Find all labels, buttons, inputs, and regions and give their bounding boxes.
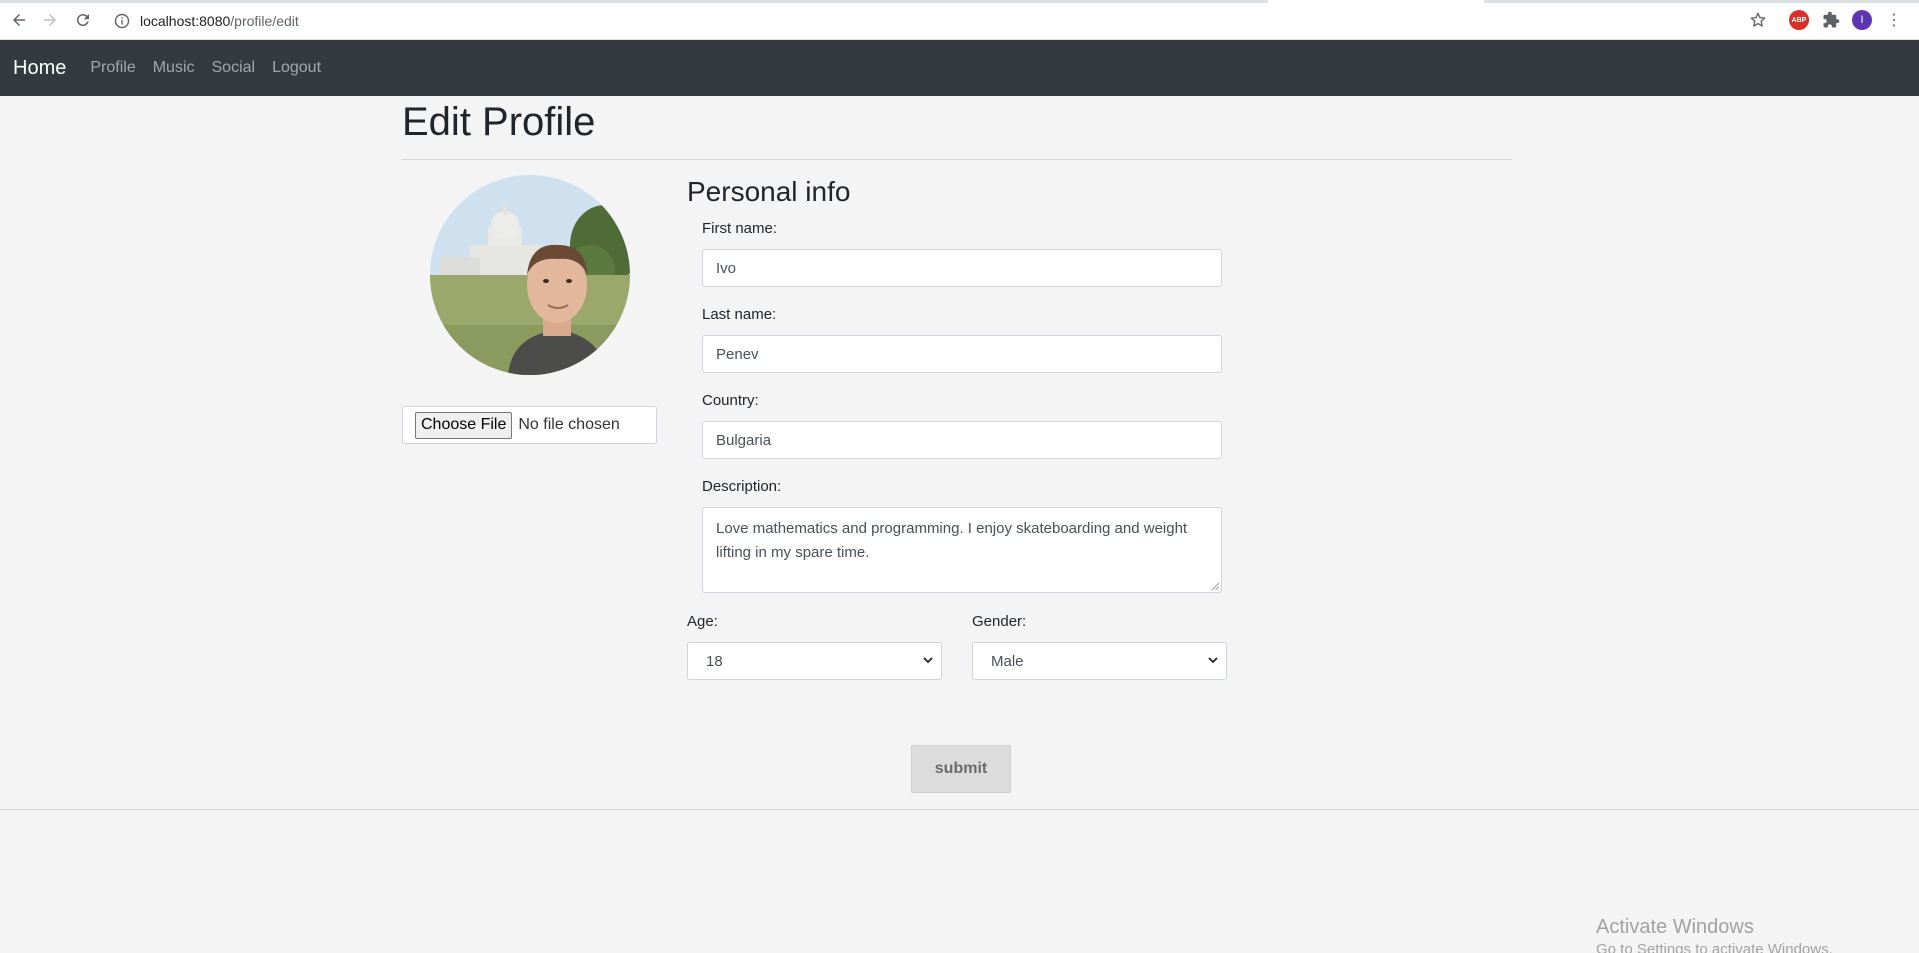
last-name-label: Last name: — [702, 306, 777, 323]
file-status-text: No file chosen — [518, 416, 620, 433]
age-selected-value: 18 — [706, 652, 723, 670]
active-tab[interactable] — [1268, 0, 1484, 3]
choose-file-button[interactable]: Choose File — [415, 411, 513, 439]
chevron-down-icon — [923, 657, 933, 664]
address-bar[interactable]: localhost:8080/profile/edit — [108, 7, 1774, 35]
nav-profile-link[interactable]: Profile — [90, 59, 135, 77]
nav-social-link[interactable]: Social — [212, 59, 256, 77]
windows-activation-watermark: Activate Windows Go to Settings to activ… — [1596, 915, 1833, 953]
country-label: Country: — [702, 392, 759, 409]
url-text: localhost:8080/profile/edit — [140, 13, 299, 29]
profile-avatar[interactable]: I — [1852, 10, 1872, 30]
resize-handle-icon[interactable] — [1211, 582, 1219, 590]
back-arrow-icon[interactable] — [8, 9, 30, 31]
first-name-input[interactable]: Ivo — [702, 249, 1222, 287]
navbar: Home Profile Music Social Logout — [0, 40, 1919, 96]
chevron-down-icon — [1208, 657, 1218, 664]
description-label: Description: — [702, 478, 782, 495]
nav-music-link[interactable]: Music — [153, 59, 195, 77]
last-name-input[interactable]: Penev — [702, 335, 1222, 373]
forward-arrow-icon[interactable] — [39, 9, 61, 31]
browser-toolbar: localhost:8080/profile/edit ABP I ⋮ — [0, 0, 1919, 40]
first-name-label: First name: — [702, 220, 778, 237]
footer-divider — [0, 809, 1919, 810]
profile-picture — [430, 175, 630, 375]
gender-select[interactable]: Male — [972, 642, 1227, 680]
section-title: Personal info — [687, 176, 851, 207]
reload-icon[interactable] — [72, 9, 94, 31]
nav-home-link[interactable]: Home — [13, 57, 66, 80]
age-select[interactable]: 18 — [687, 642, 942, 680]
extensions-puzzle-icon[interactable] — [1821, 10, 1841, 30]
age-label: Age: — [687, 613, 718, 630]
submit-button[interactable]: submit — [911, 745, 1011, 793]
country-input[interactable]: Bulgaria — [702, 421, 1222, 459]
bookmark-star-icon[interactable] — [1749, 11, 1767, 29]
nav-logout-link[interactable]: Logout — [272, 59, 321, 77]
more-menu-icon[interactable]: ⋮ — [1884, 10, 1904, 30]
title-divider — [402, 159, 1512, 160]
gender-selected-value: Male — [991, 652, 1024, 670]
watermark-line-1: Activate Windows — [1596, 916, 1754, 938]
description-textarea[interactable]: Love mathematics and programming. I enjo… — [702, 507, 1222, 593]
tab-strip — [0, 0, 1919, 3]
profile-picture-upload: Choose File No file chosen — [402, 406, 657, 444]
page-title: Edit Profile — [402, 100, 596, 144]
watermark-line-2: Go to Settings to activate Windows. — [1596, 941, 1833, 953]
description-text: Love mathematics and programming. I enjo… — [716, 520, 1188, 561]
adblock-extension-icon[interactable]: ABP — [1789, 10, 1809, 30]
gender-label: Gender: — [972, 613, 1027, 630]
site-info-icon[interactable] — [114, 13, 130, 29]
